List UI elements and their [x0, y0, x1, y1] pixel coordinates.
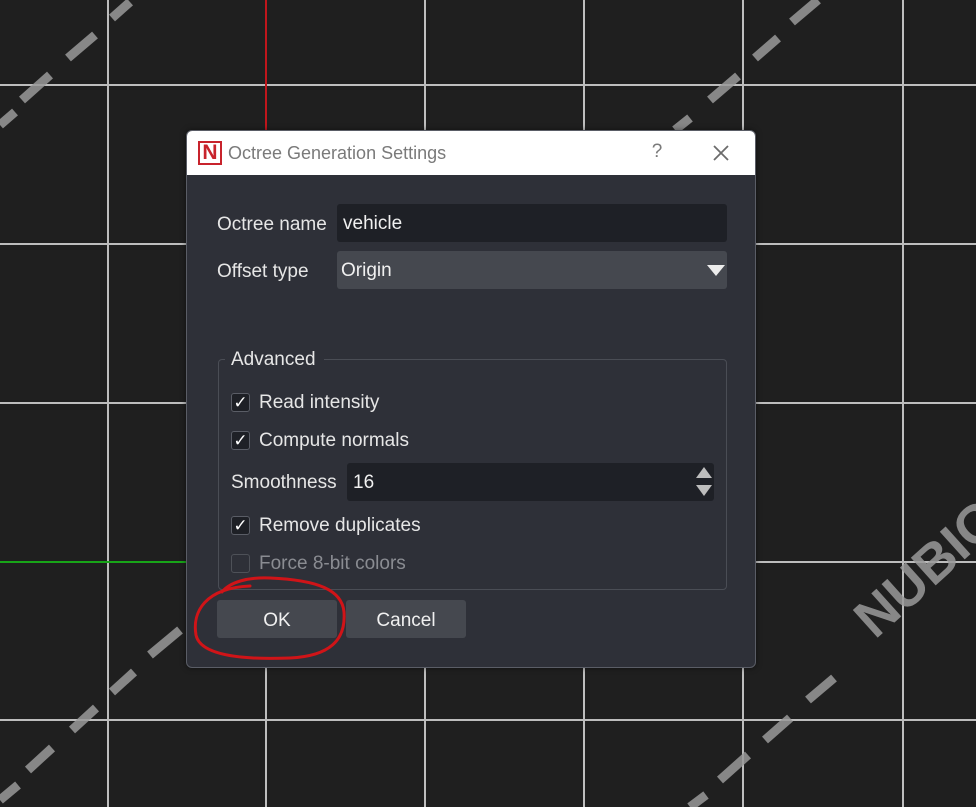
smoothness-label: Smoothness	[231, 472, 337, 493]
force-8bit-colors-label: Force 8-bit colors	[259, 553, 406, 574]
close-icon	[713, 145, 729, 161]
checkbox-empty-icon	[231, 554, 250, 573]
offset-type-value: Origin	[341, 260, 392, 281]
octree-name-input[interactable]: vehicle	[337, 204, 727, 242]
check-icon: ✓	[231, 431, 250, 450]
ok-button[interactable]: OK	[217, 600, 337, 638]
spin-down-icon[interactable]	[696, 485, 712, 496]
read-intensity-label: Read intensity	[259, 392, 380, 413]
app-logo-icon: N	[198, 141, 222, 165]
close-button[interactable]	[707, 139, 735, 167]
advanced-group-title: Advanced	[225, 349, 324, 371]
offset-type-select[interactable]: Origin	[337, 251, 727, 289]
compute-normals-label: Compute normals	[259, 430, 409, 451]
check-icon: ✓	[231, 393, 250, 412]
spin-up-icon[interactable]	[696, 467, 712, 478]
octree-settings-dialog: N Octree Generation Settings ? Octree na…	[186, 130, 756, 668]
chevron-down-icon	[707, 265, 725, 276]
smoothness-spinbox[interactable]: 16	[347, 463, 714, 501]
dialog-title: Octree Generation Settings	[228, 143, 447, 163]
watermark-text: NUBIG	[843, 488, 976, 649]
cancel-button[interactable]: Cancel	[346, 600, 466, 638]
help-button[interactable]: ?	[645, 141, 669, 165]
smoothness-value: 16	[353, 472, 375, 493]
remove-duplicates-label: Remove duplicates	[259, 515, 421, 536]
check-icon: ✓	[231, 516, 250, 535]
offset-type-label: Offset type	[217, 261, 309, 282]
octree-name-label: Octree name	[217, 214, 327, 235]
dialog-titlebar[interactable]: N Octree Generation Settings ?	[187, 131, 755, 175]
